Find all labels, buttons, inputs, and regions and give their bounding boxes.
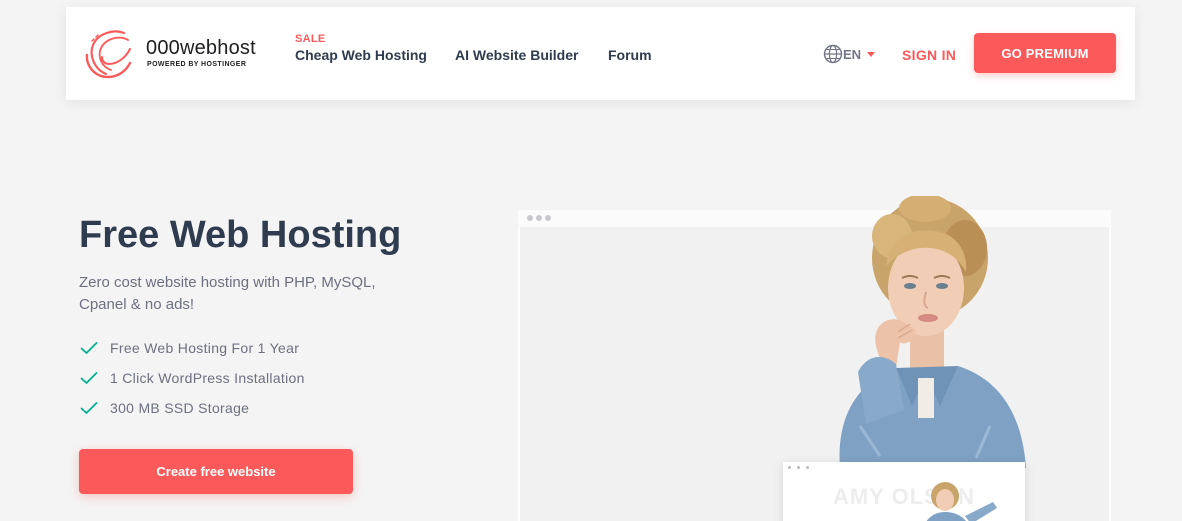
hero-title: Free Web Hosting: [79, 214, 402, 256]
nav-ai-website-builder[interactable]: AI Website Builder: [455, 47, 578, 63]
create-free-website-button[interactable]: Create free website: [79, 449, 353, 494]
feature-item: 1 Click WordPress Installation: [80, 363, 305, 393]
window-dots: [527, 215, 551, 221]
window-dot: [536, 215, 542, 221]
brand-tagline: POWERED BY HOSTINGER: [147, 61, 247, 68]
nav-cheap-web-hosting[interactable]: Cheap Web Hosting: [295, 47, 427, 63]
caret-down-icon: [867, 51, 876, 57]
feature-item: Free Web Hosting For 1 Year: [80, 333, 305, 363]
mini-toolbar: [783, 462, 1025, 472]
feature-list: Free Web Hosting For 1 Year 1 Click Word…: [80, 333, 305, 423]
mini-site-preview: AMY OLSON: [783, 462, 1025, 521]
mini-person-image: [926, 482, 997, 521]
feature-text: 300 MB SSD Storage: [110, 400, 250, 416]
site-header: 000webhost POWERED BY HOSTINGER SALE Che…: [66, 7, 1135, 100]
language-selector[interactable]: EN: [823, 44, 876, 64]
brand-name: 000webhost: [146, 37, 256, 59]
nav-forum[interactable]: Forum: [608, 47, 652, 63]
globe-icon: [823, 44, 843, 64]
swirl-logo-icon: [85, 30, 132, 79]
hero-person-image: [839, 196, 1026, 468]
check-icon: [80, 401, 102, 415]
mini-dot: [806, 465, 809, 469]
hero-subtitle: Zero cost website hosting with PHP, MySQ…: [79, 274, 376, 313]
logo-link[interactable]: 000webhost POWERED BY HOSTINGER: [84, 27, 264, 79]
feature-text: 1 Click WordPress Installation: [110, 370, 305, 386]
check-icon: [80, 341, 102, 355]
sale-badge: SALE: [295, 33, 326, 45]
sign-in-link[interactable]: SIGN IN: [902, 47, 956, 63]
window-dot: [527, 215, 533, 221]
language-label: EN: [843, 46, 862, 62]
check-icon: [80, 371, 102, 385]
window-dot: [545, 215, 551, 221]
feature-text: Free Web Hosting For 1 Year: [110, 340, 300, 356]
mini-dot: [797, 465, 800, 469]
mini-dot: [788, 465, 791, 469]
feature-item: 300 MB SSD Storage: [80, 393, 305, 423]
go-premium-button[interactable]: GO PREMIUM: [974, 33, 1116, 73]
